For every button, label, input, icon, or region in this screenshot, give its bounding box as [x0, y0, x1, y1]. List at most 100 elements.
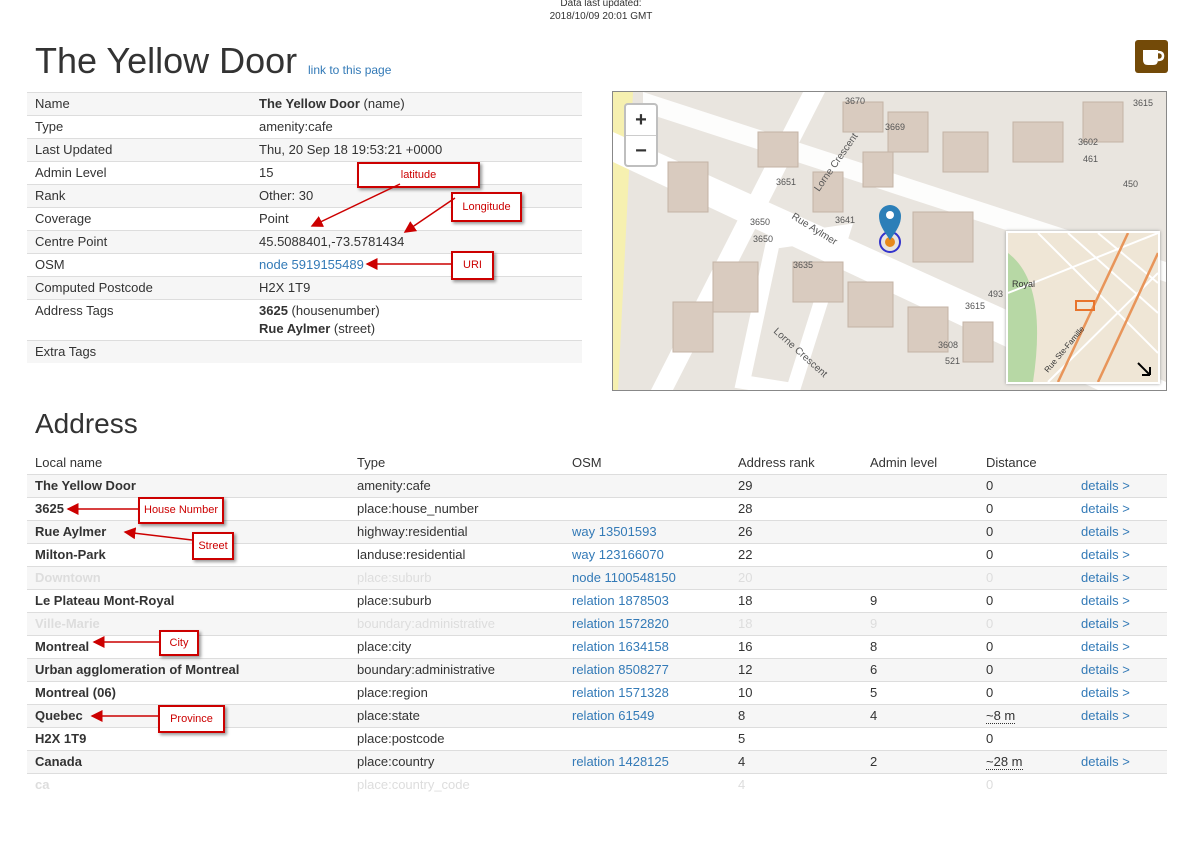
address-rank: 12: [738, 662, 753, 677]
osm-link[interactable]: relation 1572820: [572, 616, 669, 631]
cell-details-link: details >: [1073, 543, 1167, 567]
osm-link[interactable]: way 123166070: [572, 547, 664, 562]
cell-place-type: place:state: [349, 704, 564, 728]
cell-osm-link: [564, 773, 730, 796]
zoom-control: + −: [624, 103, 658, 167]
details-link[interactable]: details >: [1081, 662, 1130, 677]
details-link[interactable]: details >: [1081, 708, 1130, 723]
annotation-street: Street: [192, 532, 234, 560]
cell-address-rank: 4: [730, 773, 862, 796]
cell-osm-link: node 1100548150: [564, 566, 730, 590]
address-row: Le Plateau Mont-Royal place:suburb relatio…: [27, 589, 1167, 613]
col-admin-level: Admin level: [870, 455, 938, 470]
cell-osm-link: relation 1572820: [564, 612, 730, 636]
cell-admin-level: [862, 543, 978, 567]
place-details-table: Name The Yellow Door (name) Type amenity…: [27, 92, 582, 363]
cell-local-name: ca: [27, 773, 349, 796]
admin-level: 8: [870, 639, 878, 654]
cell-details-link: details >: [1073, 612, 1167, 636]
value: Thu, 20 Sep 18 19:53:21 +0000: [251, 138, 582, 162]
cell-place-type: place:region: [349, 681, 564, 705]
row-extra-tags: Extra Tags: [27, 340, 582, 363]
map-label: 3669: [885, 122, 905, 132]
details-link[interactable]: details >: [1081, 524, 1130, 539]
admin-level: 6: [870, 662, 878, 677]
address-row: Urban agglomeration of Montreal boundary:…: [27, 658, 1167, 682]
data-last-updated: Data last updated: 2018/10/09 20:01 GMT: [0, 0, 1202, 23]
minimap[interactable]: Royal Rue Ste-Famille: [1006, 231, 1160, 384]
distance: 0: [986, 501, 994, 516]
value: 45.5088401,-73.5781434: [251, 230, 582, 254]
label: Centre Point: [27, 230, 251, 254]
local-name: 3625: [35, 501, 64, 516]
details-link[interactable]: details >: [1081, 593, 1130, 608]
zoom-in-button[interactable]: +: [626, 105, 656, 135]
place-type: place:suburb: [357, 593, 432, 608]
cell-details-link: [1073, 773, 1167, 796]
cell-address-rank: 18: [730, 589, 862, 613]
map-label: 3635: [793, 260, 813, 270]
cell-place-type: place:house_number: [349, 497, 564, 521]
admin-level: 9: [870, 593, 878, 608]
osm-link[interactable]: relation 1428125: [572, 754, 669, 769]
zoom-out-button[interactable]: −: [626, 135, 656, 166]
cell-admin-level: 5: [862, 681, 978, 705]
cell-address-rank: 4: [730, 750, 862, 774]
details-link[interactable]: details >: [1081, 754, 1130, 769]
cell-distance: 0: [978, 543, 1073, 567]
cell-address-rank: 8: [730, 704, 862, 728]
cell-osm-link: way 123166070: [564, 543, 730, 567]
map-label: 461: [1083, 154, 1098, 164]
details-link[interactable]: details >: [1081, 639, 1130, 654]
cell-distance: 0: [978, 773, 1073, 796]
osm-node-link[interactable]: node 5919155489: [259, 257, 364, 272]
cell-admin-level: 8: [862, 635, 978, 659]
row-centre-point: Centre Point 45.5088401,-73.5781434: [27, 230, 582, 254]
col-distance: Distance: [986, 455, 1037, 470]
distance: 0: [986, 731, 994, 746]
cell-local-name: Montreal (06): [27, 681, 349, 705]
details-link[interactable]: details >: [1081, 478, 1130, 493]
cell-osm-link: relation 1878503: [564, 589, 730, 613]
details-link[interactable]: details >: [1081, 547, 1130, 562]
cell-admin-level: 9: [862, 589, 978, 613]
address-rank: 18: [738, 593, 753, 608]
cell-address-rank: 10: [730, 681, 862, 705]
cell-admin-level: [862, 566, 978, 590]
cell-local-name: Le Plateau Mont-Royal: [27, 589, 349, 613]
cell-address-rank: 20: [730, 566, 862, 590]
map-label: 3615: [1133, 98, 1153, 108]
osm-link[interactable]: relation 8508277: [572, 662, 669, 677]
cell-distance: 0: [978, 635, 1073, 659]
cell-details-link: details >: [1073, 497, 1167, 521]
annotation-longitude: Longitude: [451, 192, 522, 222]
row-computed-postcode: Computed Postcode H2X 1T9: [27, 276, 582, 300]
cell-place-type: place:country: [349, 750, 564, 774]
osm-link[interactable]: relation 1634158: [572, 639, 669, 654]
cell-distance: 0: [978, 727, 1073, 751]
cell-osm-link: relation 1571328: [564, 681, 730, 705]
cell-address-rank: 18: [730, 612, 862, 636]
cell-local-name: The Yellow Door: [27, 474, 349, 498]
osm-link[interactable]: way 13501593: [572, 524, 657, 539]
details-link[interactable]: details >: [1081, 501, 1130, 516]
osm-link[interactable]: relation 1571328: [572, 685, 669, 700]
map-label: 3615: [965, 301, 985, 311]
osm-link[interactable]: node 1100548150: [572, 570, 676, 585]
cell-place-type: amenity:cafe: [349, 474, 564, 498]
details-link[interactable]: details >: [1081, 685, 1130, 700]
permalink-link[interactable]: link to this page: [308, 63, 391, 77]
cell-local-name: Downtown: [27, 566, 349, 590]
details-link[interactable]: details >: [1081, 570, 1130, 585]
col-type: Type: [357, 455, 386, 470]
cell-address-rank: 5: [730, 727, 862, 751]
value: Point: [251, 207, 582, 231]
details-link[interactable]: details >: [1081, 616, 1130, 631]
distance: 0: [986, 685, 994, 700]
cell-place-type: boundary:administrative: [349, 612, 564, 636]
label: Name: [27, 92, 251, 116]
local-name: Montreal (06): [35, 685, 116, 700]
osm-link[interactable]: relation 1878503: [572, 593, 669, 608]
map-label: 450: [1123, 179, 1138, 189]
osm-link[interactable]: relation 61549: [572, 708, 654, 723]
